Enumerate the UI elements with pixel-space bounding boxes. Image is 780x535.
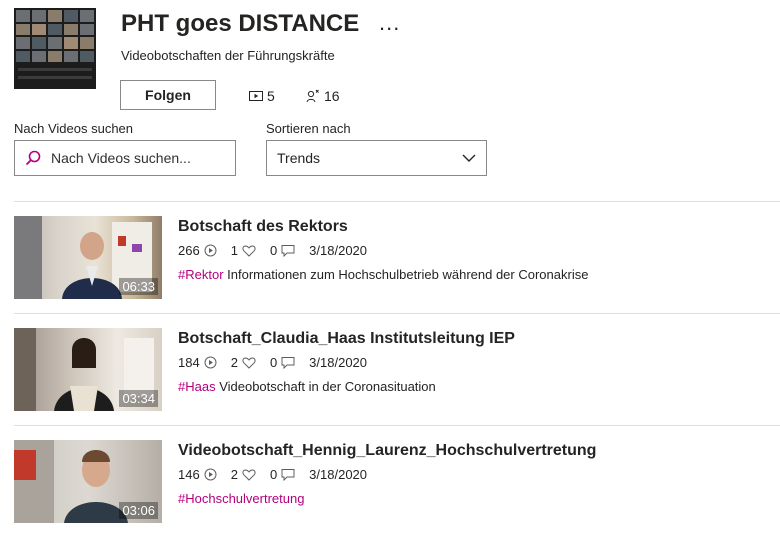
hashtag-link[interactable]: #Haas [178, 379, 216, 394]
video-duration: 06:33 [119, 278, 158, 295]
video-title-link[interactable]: Videobotschaft_Hennig_Laurenz_Hochschulv… [178, 442, 596, 460]
channel-description: Videobotschaften der Führungskräfte [121, 48, 335, 63]
likes-icon [242, 357, 256, 369]
sort-dropdown[interactable]: Trends [266, 140, 487, 176]
view-count: 266 [178, 243, 200, 258]
followers-icon [306, 89, 319, 103]
views-icon [204, 244, 217, 257]
video-count-stat: 5 [249, 88, 275, 104]
video-title-link[interactable]: Botschaft_Claudia_Haas Institutsleitung … [178, 330, 515, 348]
hashtag-link[interactable]: #Rektor [178, 267, 224, 282]
divider [14, 313, 780, 314]
comment-count: 0 [269, 467, 278, 482]
view-count: 146 [178, 467, 200, 482]
comments-icon [281, 469, 295, 481]
search-placeholder: Nach Videos suchen... [51, 150, 191, 166]
video-thumbnail[interactable]: 06:33 [14, 216, 162, 299]
comment-count: 0 [269, 243, 278, 258]
video-count: 5 [267, 88, 275, 104]
follow-button[interactable]: Folgen [120, 80, 216, 110]
video-title-link[interactable]: Botschaft des Rektors [178, 218, 348, 236]
likes-icon [242, 469, 256, 481]
upload-date: 3/18/2020 [309, 355, 368, 370]
description-text: Informationen zum Hochschulbetrieb währe… [223, 267, 589, 282]
hashtag-link[interactable]: #Hochschulvertretung [178, 491, 304, 506]
divider [14, 425, 780, 426]
sort-label: Sortieren nach [266, 121, 351, 136]
divider [14, 201, 780, 202]
views-icon [204, 468, 217, 481]
search-icon [25, 150, 41, 166]
like-count: 1 [230, 243, 238, 258]
description-text: Videobotschaft in der Coronasituation [215, 379, 436, 394]
views-icon [204, 356, 217, 369]
upload-date: 3/18/2020 [309, 243, 368, 258]
video-duration: 03:34 [119, 390, 158, 407]
followers-stat: 16 [306, 88, 340, 104]
video-thumbnail[interactable]: 03:06 [14, 440, 162, 523]
video-metadata: 184 2 0 3/18/2020 [178, 355, 367, 370]
video-metadata: 266 1 0 3/18/2020 [178, 243, 367, 258]
video-duration: 03:06 [119, 502, 158, 519]
channel-thumbnail [14, 8, 96, 89]
channel-title: PHT goes DISTANCE [121, 10, 360, 37]
video-thumbnail[interactable]: 03:34 [14, 328, 162, 411]
more-options-button[interactable]: ... [379, 10, 400, 36]
likes-icon [242, 245, 256, 257]
comments-icon [281, 245, 295, 257]
search-label: Nach Videos suchen [14, 121, 134, 136]
follower-count: 16 [324, 88, 340, 104]
like-count: 2 [230, 355, 238, 370]
comments-icon [281, 357, 295, 369]
sort-selected-value: Trends [277, 150, 321, 166]
video-count-icon [249, 91, 263, 101]
video-description: #Hochschulvertretung [178, 491, 304, 506]
video-metadata: 146 2 0 3/18/2020 [178, 467, 367, 482]
comment-count: 0 [269, 355, 278, 370]
search-input[interactable]: Nach Videos suchen... [14, 140, 236, 176]
video-description: #Rektor Informationen zum Hochschulbetri… [178, 267, 588, 282]
like-count: 2 [230, 467, 238, 482]
view-count: 184 [178, 355, 200, 370]
chevron-down-icon [462, 154, 476, 162]
video-description: #Haas Videobotschaft in der Coronasituat… [178, 379, 436, 394]
upload-date: 3/18/2020 [309, 467, 368, 482]
